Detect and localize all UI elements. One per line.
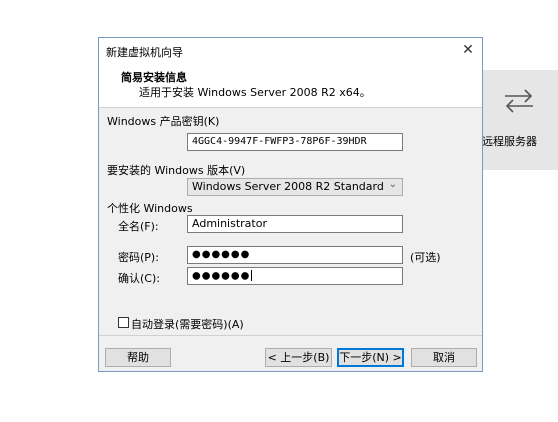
fullname-input[interactable]: Administrator [187, 215, 403, 233]
text-caret [251, 270, 253, 281]
product-key-label: Windows 产品密钥(K) [107, 115, 220, 128]
confirm-password-input[interactable]: ●●●●●● [187, 267, 403, 285]
new-vm-wizard-dialog: 新建虚拟机向导 ✕ 简易安装信息 适用于安装 Windows Server 20… [98, 37, 483, 372]
password-input[interactable]: ●●●●●● [187, 246, 403, 264]
optional-label: (可选) [410, 251, 441, 264]
background-side-panel [482, 70, 558, 170]
password-label: 密码(P): [118, 251, 159, 264]
header-subtitle: 适用于安装 Windows Server 2008 R2 x64。 [139, 86, 371, 99]
version-selected-value: Windows Server 2008 R2 Standard [192, 180, 384, 193]
header-title: 简易安装信息 [121, 71, 187, 84]
product-key-input[interactable]: 4GGC4-9947F-FWFP3-78P6F-39HDR [187, 133, 403, 151]
version-label: 要安装的 Windows 版本(V) [107, 164, 246, 177]
wizard-header: 简易安装信息 适用于安装 Windows Server 2008 R2 x64。 [99, 63, 482, 108]
footer-divider [99, 335, 482, 336]
next-button[interactable]: 下一步(N) > [337, 348, 404, 367]
titlebar: 新建虚拟机向导 ✕ [99, 38, 482, 63]
fullname-label: 全名(F): [118, 220, 159, 233]
window-title: 新建虚拟机向导 [106, 46, 183, 59]
chevron-down-icon: ⌄ [388, 179, 397, 190]
autologin-label: 自动登录(需要密码)(A) [131, 318, 244, 331]
back-button[interactable]: < 上一步(B) [265, 348, 332, 367]
cancel-button[interactable]: 取消 [411, 348, 477, 367]
personalize-label: 个性化 Windows [107, 202, 193, 215]
version-select[interactable]: Windows Server 2008 R2 Standard ⌄ [187, 178, 403, 196]
confirm-label: 确认(C): [118, 272, 160, 285]
arrows-exchange-icon [505, 89, 533, 113]
help-button[interactable]: 帮助 [105, 348, 171, 367]
close-icon[interactable]: ✕ [458, 41, 478, 59]
confirm-password-value: ●●●●●● [192, 270, 251, 282]
remote-server-label: 远程服务器 [482, 135, 537, 148]
autologin-checkbox[interactable] [118, 317, 129, 328]
